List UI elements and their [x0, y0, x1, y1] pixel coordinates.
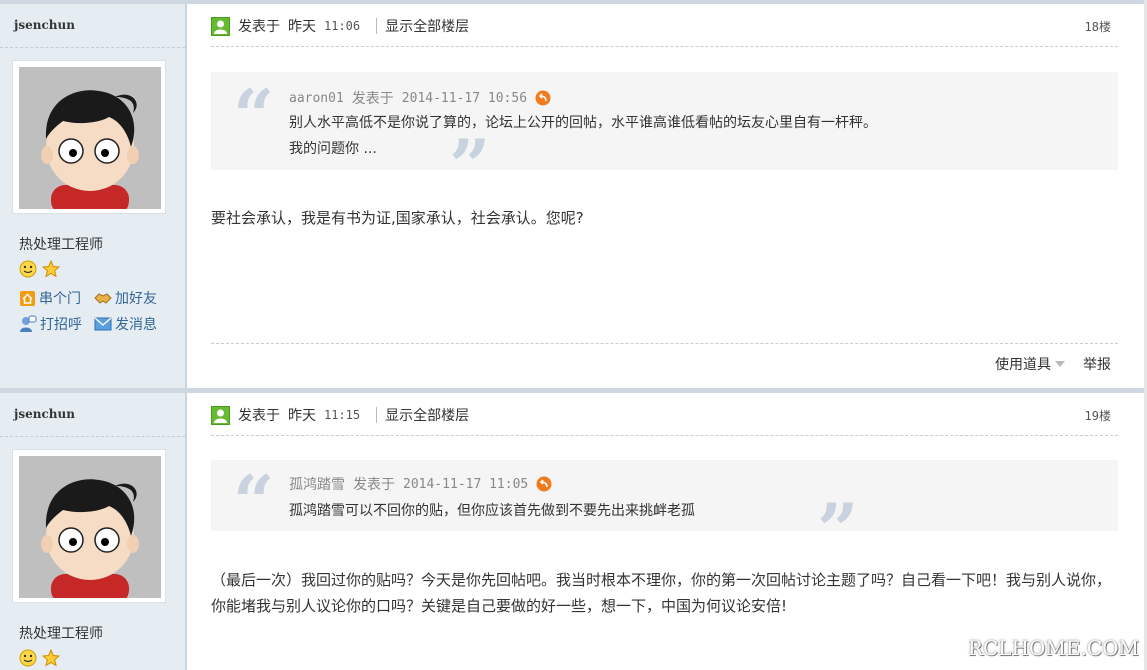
header-separator [376, 18, 378, 34]
post-content: 发表于 昨天 11:06 显示全部楼层 18楼 “ aaron01 发表于 20… [187, 4, 1147, 388]
post-body: 要社会承认，我是有书为证,国家承认，社会承认。您呢? [211, 209, 584, 227]
posted-label: 发表于 [238, 19, 280, 35]
use-tools-label: 使用道具 [995, 357, 1051, 373]
message-label: 发消息 [115, 317, 157, 333]
floor-number[interactable]: 19楼 [1085, 407, 1111, 424]
open-quote-icon: “ [233, 459, 275, 544]
floor-number[interactable]: 18楼 [1085, 18, 1111, 35]
posted-day: 昨天 [288, 19, 316, 35]
quote-author[interactable]: aaron01 [289, 91, 344, 106]
author-sidebar: jsenchun 热处理工程师 [0, 393, 187, 670]
visit-label: 串个门 [39, 291, 81, 307]
author-rank: 热处理工程师 [19, 237, 103, 253]
sidebar-divider [0, 436, 185, 437]
envelope-icon [94, 317, 112, 331]
quote-block: “ 孤鸿踏雪 发表于 2014-11-17 11:05 孤鸿踏雪可以不回你的贴，… [211, 460, 1118, 566]
quote-posted-label: 发表于 [351, 91, 394, 107]
watermark: RCLHOME.COM [967, 636, 1139, 660]
use-tools-menu[interactable]: 使用道具 [995, 354, 1065, 374]
post-body: （最后一次）我回过你的贴吗？今天是你先回帖吧。我当时根本不理你，你的第一次回帖讨… [211, 571, 1112, 615]
smiley-badge-icon [19, 649, 37, 667]
footer-divider [211, 343, 1118, 344]
smiley-badge-icon [19, 260, 37, 278]
quote-line: 孤鸿踏雪可以不回你的贴，但你应该首先做到不要先出来挑衅老孤 [289, 503, 695, 519]
quote-block: “ aaron01 发表于 2014-11-17 10:56 别人水平高低不是你… [211, 72, 1118, 202]
quote-line: 我的问题你 ... [289, 141, 377, 157]
author-rank: 热处理工程师 [19, 626, 103, 642]
author-username[interactable]: jsenchun [14, 18, 75, 32]
avatar[interactable] [12, 449, 166, 603]
quote-timestamp: 2014-11-17 10:56 [401, 90, 528, 106]
chevron-down-icon [1055, 361, 1065, 367]
go-to-post-icon[interactable] [536, 476, 552, 492]
post-header: 发表于 昨天 11:06 显示全部楼层 18楼 [211, 14, 1111, 38]
add-friend-label: 加好友 [115, 291, 157, 307]
posted-time: 11:15 [324, 408, 361, 422]
posted-day: 昨天 [288, 408, 316, 424]
online-user-icon [211, 16, 230, 36]
author-badges [19, 259, 61, 278]
post-content: 发表于 昨天 11:15 显示全部楼层 19楼 “ 孤鸿踏雪 发表于 2014-… [187, 393, 1147, 670]
post-floor-18: jsenchun 热处理工程师 串个门 加好友 打招呼 发消息 发表于 昨天 1… [0, 0, 1147, 388]
avatar[interactable] [12, 60, 166, 214]
message-button[interactable]: 发消息 [94, 314, 157, 334]
close-quote-icon: ” [817, 487, 859, 572]
post-header: 发表于 昨天 11:15 显示全部楼层 19楼 [211, 403, 1111, 427]
post-footer: 使用道具 举报 [995, 354, 1111, 374]
go-to-post-icon[interactable] [535, 90, 551, 106]
author-sidebar: jsenchun 热处理工程师 [0, 4, 187, 388]
quote-timestamp: 2014-11-17 11:05 [403, 476, 529, 492]
sidebar-divider [0, 47, 185, 48]
post-floor-19: jsenchun 热处理工程师 发表于 昨天 11:15 显示全部楼层 19楼 … [0, 388, 1147, 670]
avatar-cartoon-icon [19, 456, 161, 598]
quote-posted-label: 发表于 [353, 477, 395, 493]
avatar-cartoon-icon [19, 67, 161, 209]
quote-meta: 孤鸿踏雪 发表于 2014-11-17 11:05 [289, 474, 552, 494]
posted-time: 11:06 [324, 19, 361, 33]
posted-label: 发表于 [238, 408, 280, 424]
add-friend-button[interactable]: 加好友 [94, 288, 157, 308]
show-all-floors-link[interactable]: 显示全部楼层 [385, 405, 469, 425]
header-separator [376, 407, 378, 423]
quote-line: 别人水平高低不是你说了算的，论坛上公开的回帖，水平谁高谁低看帖的坛友心里自有一杆… [289, 115, 877, 131]
author-badges [19, 648, 61, 667]
close-quote-icon: ” [449, 123, 491, 208]
header-divider [211, 46, 1118, 47]
greet-user-icon [20, 315, 37, 332]
show-all-floors-link[interactable]: 显示全部楼层 [385, 16, 469, 36]
quote-author[interactable]: 孤鸿踏雪 [289, 474, 345, 494]
visit-button[interactable]: 串个门 [19, 288, 81, 308]
author-username[interactable]: jsenchun [14, 407, 75, 421]
greet-label: 打招呼 [40, 317, 82, 333]
report-link[interactable]: 举报 [1083, 354, 1111, 374]
star-badge-icon [42, 259, 61, 278]
open-quote-icon: “ [233, 73, 275, 158]
greet-button[interactable]: 打招呼 [19, 314, 82, 334]
home-icon [20, 290, 35, 306]
quote-meta: aaron01 发表于 2014-11-17 10:56 [289, 88, 551, 108]
handshake-icon [94, 292, 112, 304]
header-divider [211, 435, 1118, 436]
online-user-icon [211, 405, 230, 425]
star-badge-icon [42, 648, 61, 667]
